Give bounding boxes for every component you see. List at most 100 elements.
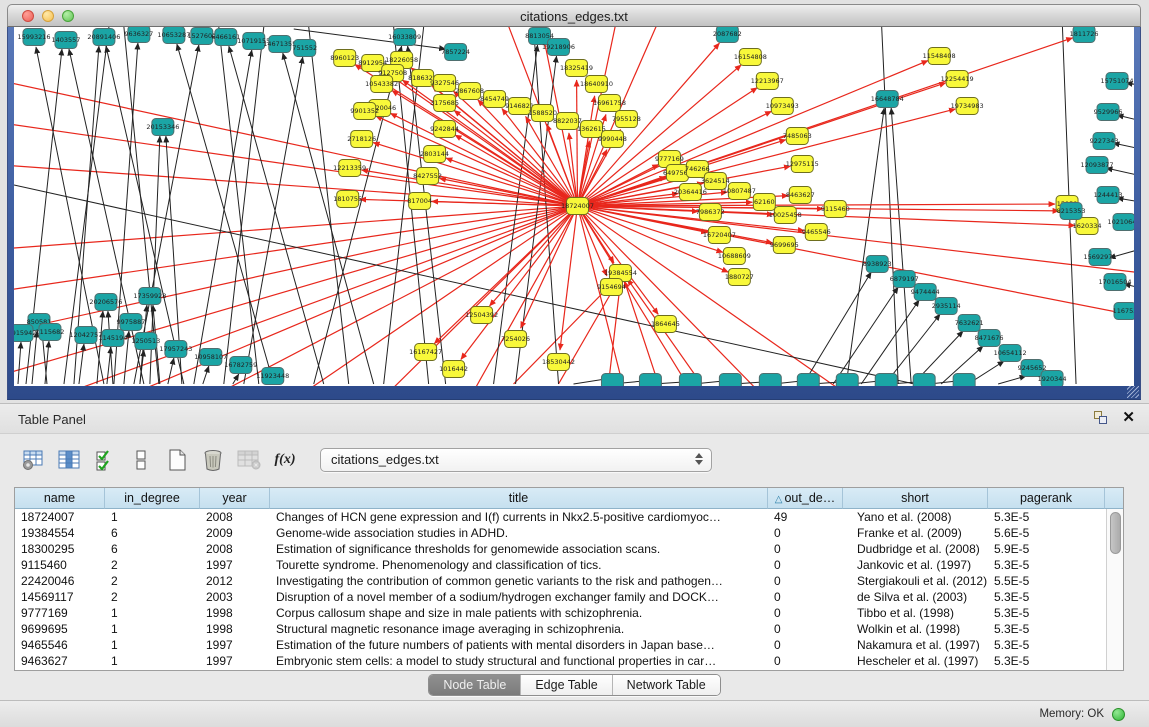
graph-edge[interactable] [833,287,898,384]
graph-edge[interactable] [881,27,898,384]
delete-columns-button[interactable] [198,445,228,475]
column-header[interactable]: short [843,488,988,509]
table-cell[interactable]: 0 [768,637,843,653]
graph-node[interactable] [601,374,623,387]
table-cell[interactable]: 0 [768,621,843,637]
table-cell[interactable]: 5.3E-5 [988,589,1105,605]
table-row[interactable]: 969969511998Structural magnetic resonanc… [15,621,1123,637]
table-cell[interactable]: 6 [105,525,200,541]
graph-edge[interactable] [1106,168,1134,177]
graph-node[interactable] [719,374,741,387]
column-header[interactable]: △out_de… [768,488,843,509]
unselect-all-button[interactable] [126,445,156,475]
table-cell[interactable]: Tibbo et al. (1998) [843,605,988,621]
table-cell[interactable]: 1 [105,637,200,653]
column-header[interactable]: in_degree [105,488,200,509]
table-cell[interactable]: 5.3E-5 [988,621,1105,637]
table-cell[interactable]: Stergiakouli et al. (2012) [843,573,988,589]
graph-edge[interactable] [624,281,658,384]
table-cell[interactable]: 5.9E-5 [988,541,1105,557]
table-cell[interactable]: Nakamura et al. (1997) [843,637,988,653]
graph-edge[interactable] [203,366,209,384]
table-cell[interactable]: 18724007 [15,509,105,525]
graph-edge[interactable] [891,108,911,384]
graph-node[interactable] [875,374,897,387]
table-row[interactable]: 946362711997Embryonic stem cells: a mode… [15,653,1123,669]
table-cell[interactable]: Jankovic et al. (1997) [843,557,988,573]
table-cell[interactable]: Wolkin et al. (1998) [843,621,988,637]
table-row[interactable]: 1872400712008Changes of HCN gene express… [15,509,1123,525]
graph-edge[interactable] [577,206,658,314]
window-titlebar[interactable]: citations_edges.txt [7,4,1141,27]
table-cell[interactable]: Investigating the contribution of common… [270,573,768,589]
table-cell[interactable]: 5.3E-5 [988,653,1105,669]
column-header[interactable]: title [270,488,768,509]
table-cell[interactable]: 9463627 [15,653,105,669]
tab-network-table[interactable]: Network Table [612,675,720,695]
graph-edge[interactable] [14,206,577,251]
table-cell[interactable]: 2009 [200,525,270,541]
table-cell[interactable]: Estimation of the future numbers of pati… [270,637,768,653]
select-all-button[interactable] [90,445,120,475]
table-row[interactable]: 1938455462009Genome-wide association stu… [15,525,1123,541]
table-options-button[interactable] [18,445,48,475]
function-builder-button[interactable]: f(x) [270,445,300,475]
graph-edge[interactable] [168,358,174,384]
table-cell[interactable]: Corpus callosum shape and size in male p… [270,605,768,621]
table-cell[interactable]: 1 [105,653,200,669]
graph-edge[interactable] [14,119,577,206]
graph-node[interactable] [913,374,935,387]
create-column-button[interactable] [162,445,192,475]
table-row[interactable]: 2242004622012Investigating the contribut… [15,573,1123,589]
table-cell[interactable]: 5.3E-5 [988,557,1105,573]
table-cell[interactable]: Dudbridge et al. (2008) [843,541,988,557]
table-cell[interactable]: 0 [768,525,843,541]
column-header[interactable]: pagerank [988,488,1105,509]
table-cell[interactable]: 0 [768,589,843,605]
table-cell[interactable]: 2 [105,573,200,589]
table-cell[interactable]: 9699695 [15,621,105,637]
table-cell[interactable]: Yano et al. (2008) [843,509,988,525]
tab-node-table[interactable]: Node Table [429,675,520,695]
table-cell[interactable]: 6 [105,541,200,557]
table-cell[interactable]: Franke et al. (2009) [843,525,988,541]
table-cell[interactable]: 2008 [200,541,270,557]
table-cell[interactable]: Embryonic stem cells: a model to study s… [270,653,768,669]
table-cell[interactable]: 1 [105,509,200,525]
float-panel-icon[interactable] [1094,410,1110,426]
table-cell[interactable]: Estimation of significance thresholds fo… [270,541,768,557]
table-cell[interactable]: 2003 [200,589,270,605]
graph-node[interactable] [639,374,661,387]
table-row[interactable]: 977716911998Corpus callosum shape and si… [15,605,1123,621]
graph-edge[interactable] [846,108,884,384]
graph-edge[interactable] [14,163,577,206]
table-cell[interactable]: 1 [105,605,200,621]
graph-node[interactable] [836,374,858,387]
table-cell[interactable]: 18300295 [15,541,105,557]
table-cell[interactable]: 9115460 [15,557,105,573]
table-row[interactable]: 946554611997Estimation of the future num… [15,637,1123,653]
table-cell[interactable]: 2 [105,557,200,573]
graph-node[interactable] [759,374,781,387]
column-header[interactable]: year [200,488,270,509]
tab-edge-table[interactable]: Edge Table [520,675,611,695]
close-panel-icon[interactable]: ✕ [1122,410,1135,426]
table-cell[interactable]: 2 [105,589,200,605]
graph-edge[interactable] [998,376,1026,384]
table-cell[interactable]: Changes of HCN gene expression and I(f) … [270,509,768,525]
scrollbar-thumb[interactable] [1110,512,1121,554]
table-cell[interactable]: 1997 [200,653,270,669]
table-cell[interactable]: Hescheler et al. (1997) [843,653,988,669]
table-cell[interactable]: 1998 [200,605,270,621]
table-cell[interactable]: Structural magnetic resonance image aver… [270,621,768,637]
table-cell[interactable]: 5.3E-5 [988,637,1105,653]
window-resize-handle[interactable] [1127,386,1139,398]
table-cell[interactable]: 14569117 [15,589,105,605]
graph-edge[interactable] [18,342,21,384]
graph-edge[interactable] [194,50,252,384]
table-cell[interactable]: 5.5E-5 [988,573,1105,589]
graph-edge[interactable] [224,27,264,384]
table-row[interactable]: 911546021997Tourette syndrome. Phenomeno… [15,557,1123,573]
network-canvas[interactable]: 1872400789601238912954182260589127508105… [14,27,1134,386]
table-cell[interactable]: 49 [768,509,843,525]
